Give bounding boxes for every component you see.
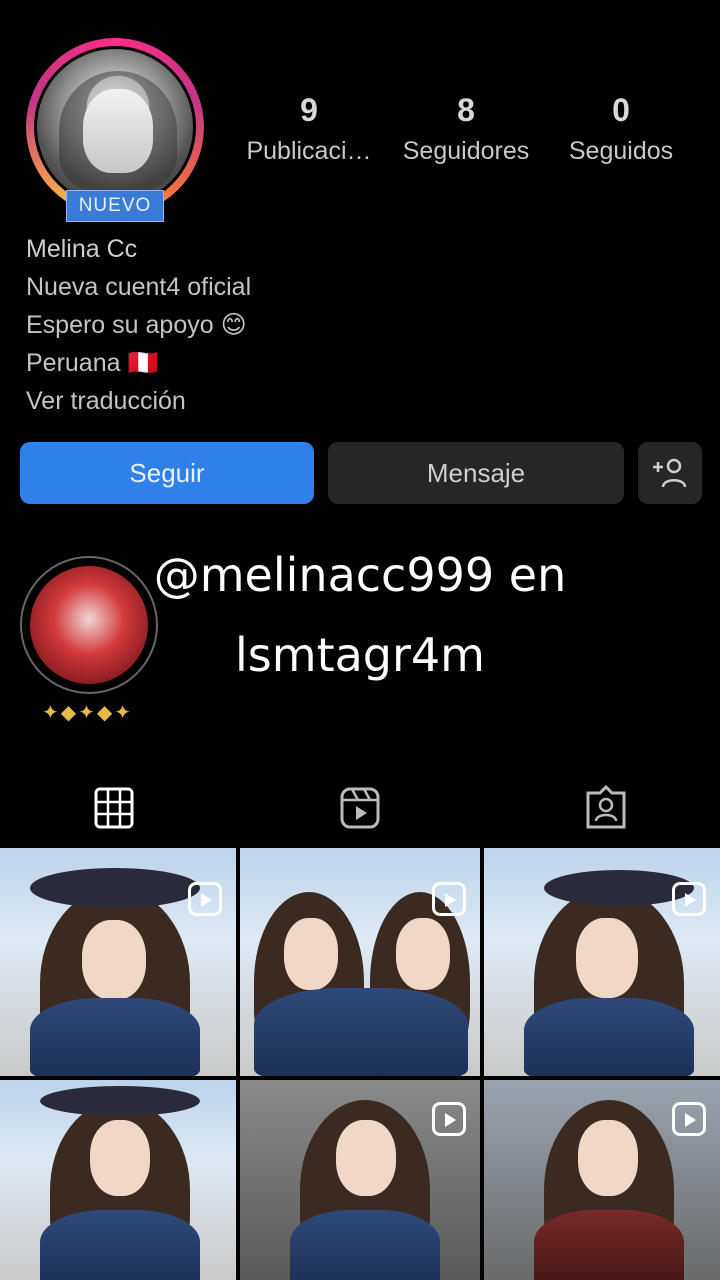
overlay-text-line1: @melinacc999 en: [153, 548, 567, 602]
grid-post[interactable]: [484, 848, 720, 1076]
reel-icon: [432, 1102, 466, 1136]
stat-following[interactable]: 0 Seguidos: [546, 92, 696, 166]
message-button[interactable]: Mensaje: [328, 442, 624, 504]
grid-icon: [94, 787, 134, 829]
stat-posts[interactable]: 9 Publicaci…: [234, 92, 384, 166]
tab-tagged[interactable]: [584, 782, 628, 834]
stat-posts-label: Publicaci…: [246, 137, 372, 165]
stat-following-label: Seguidos: [568, 137, 674, 165]
profile-name: Melina Cc: [26, 235, 138, 263]
posts-grid: [0, 848, 720, 1280]
grid-post[interactable]: [0, 848, 236, 1076]
stat-posts-value: 9: [300, 92, 318, 128]
stat-following-value: 0: [612, 92, 630, 128]
profile-avatar: [34, 46, 196, 208]
stat-followers[interactable]: 8 Seguidores: [391, 92, 541, 166]
tab-reels[interactable]: [338, 782, 382, 834]
bio-line: Nueva cuent4 oficial: [26, 273, 252, 301]
add-user-button[interactable]: [638, 442, 702, 504]
reel-icon: [188, 882, 222, 916]
overlay-text-line2: lsmtagr4m: [235, 628, 485, 682]
follow-button[interactable]: Seguir: [20, 442, 314, 504]
bio-line: Espero su apoyo 😊: [26, 311, 247, 339]
translate-link[interactable]: Ver traducción: [26, 382, 251, 420]
reel-icon: [672, 1102, 706, 1136]
bio-line: Peruana 🇵🇪: [26, 349, 159, 377]
grid-post[interactable]: [484, 1080, 720, 1280]
new-badge: NUEVO: [66, 190, 164, 222]
grid-post[interactable]: [240, 1080, 480, 1280]
highlight-decoration: ✦◆✦◆✦: [42, 702, 134, 724]
tagged-icon: [586, 784, 626, 829]
profile-bio: Melina Cc Nueva cuent4 oficial Espero su…: [26, 230, 251, 420]
grid-post[interactable]: [0, 1080, 236, 1280]
tab-grid[interactable]: [92, 782, 136, 834]
grid-post[interactable]: [240, 848, 480, 1076]
reel-icon: [672, 882, 706, 916]
add-user-icon: [653, 458, 687, 488]
avatar-face: [83, 89, 153, 173]
stat-followers-label: Seguidores: [402, 137, 530, 165]
reel-icon: [432, 882, 466, 916]
reels-icon: [340, 787, 380, 829]
stat-followers-value: 8: [457, 92, 475, 128]
